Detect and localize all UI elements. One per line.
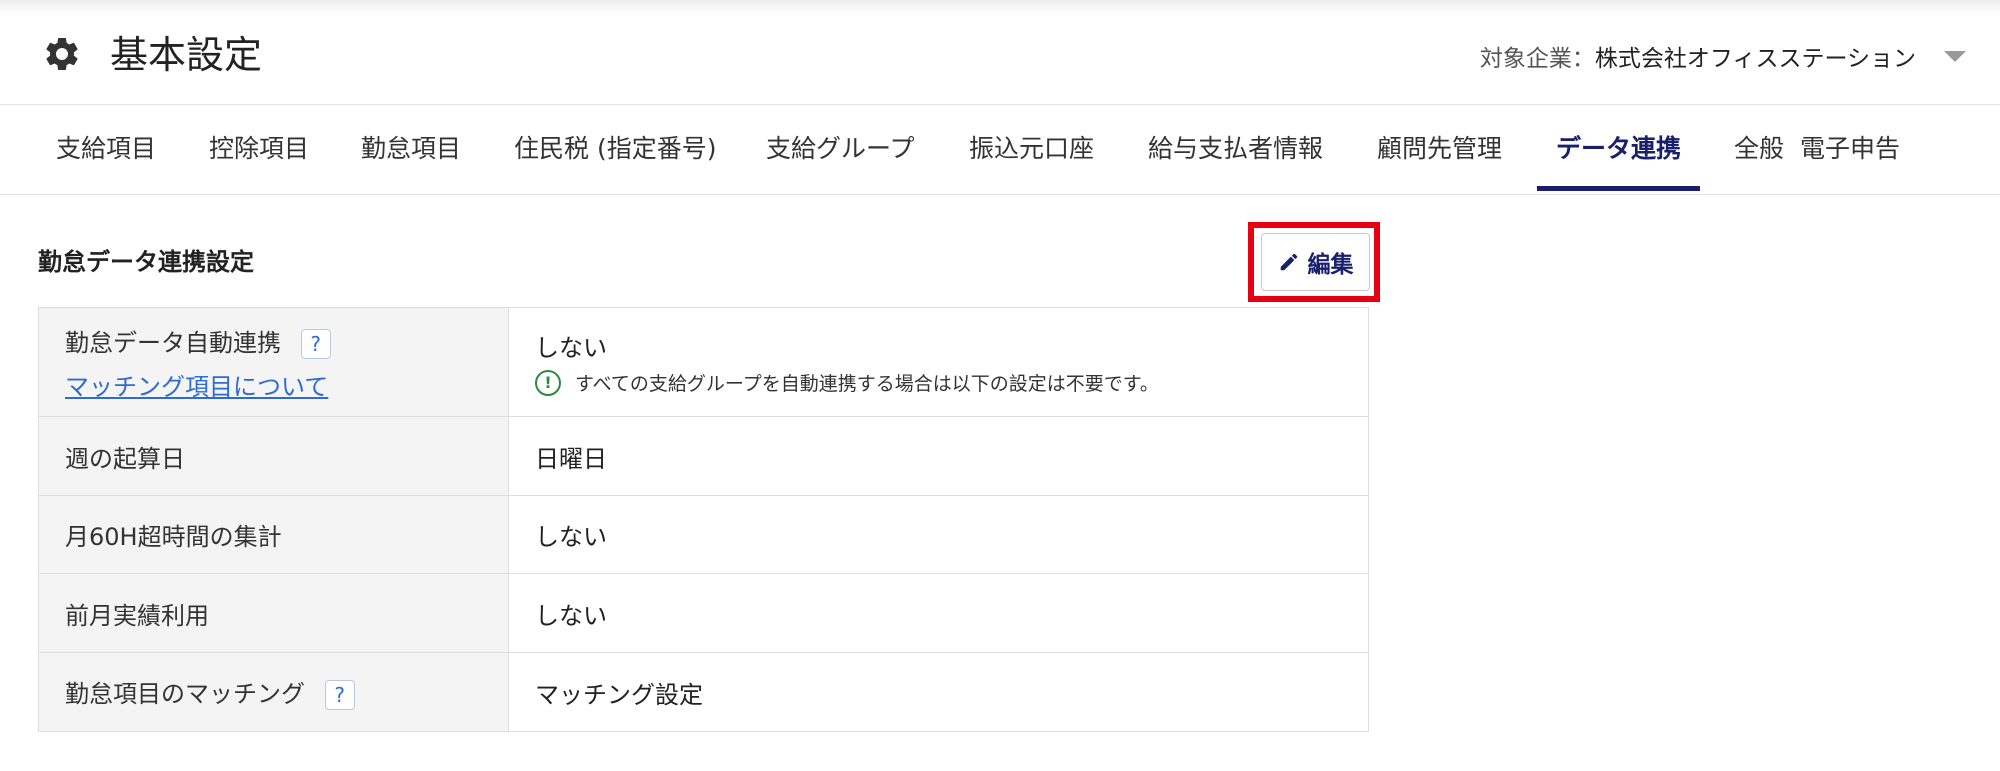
- row-label: 前月実績利用: [38, 573, 509, 653]
- table-row: 週の起算日 日曜日: [38, 416, 1369, 496]
- note-text: すべての支給グループを自動連携する場合は以下の設定は不要です。: [575, 373, 1159, 395]
- tab-attendance-items[interactable]: 勤怠項目: [361, 104, 461, 194]
- edit-button-label: 編集: [1307, 252, 1354, 278]
- pencil-icon: [1280, 253, 1297, 271]
- info-note: ! すべての支給グループを自動連携する場合は以下の設定は不要です。: [535, 369, 1368, 396]
- table-row: 勤怠項目のマッチング ? マッチング設定: [38, 652, 1369, 732]
- tab-payment-items[interactable]: 支給項目: [56, 104, 156, 194]
- help-icon[interactable]: ?: [300, 328, 331, 359]
- tab-client-management[interactable]: 顧問先管理: [1377, 104, 1502, 194]
- tab-resident-tax[interactable]: 住民税 (指定番号): [514, 104, 716, 194]
- row-label-cell: 勤怠データ自動連携 ? マッチング項目について: [38, 307, 509, 417]
- page-header: 基本設定 対象企業： 株式会社オフィスステーション: [0, 0, 2000, 105]
- company-selector[interactable]: 対象企業： 株式会社オフィスステーション: [1480, 36, 1966, 76]
- table-row: 前月実績利用 しない: [38, 573, 1369, 653]
- section-title: 勤怠データ連携設定: [38, 248, 254, 276]
- tab-general[interactable]: 全般: [1734, 104, 1784, 194]
- row-label-cell: 勤怠項目のマッチング ?: [38, 652, 509, 732]
- company-label: 対象企業：: [1479, 46, 1595, 72]
- tab-transfer-account[interactable]: 振込元口座: [969, 104, 1094, 194]
- table-row: 勤怠データ自動連携 ? マッチング項目について しない ! すべての支給グループ…: [38, 307, 1369, 417]
- row-value: 日曜日: [508, 416, 1369, 496]
- company-name: 株式会社オフィスステーション: [1594, 46, 1916, 72]
- row-label: 勤怠データ自動連携: [65, 328, 281, 357]
- tab-data-integration[interactable]: データ連携: [1556, 104, 1681, 194]
- row-value: マッチング設定: [508, 652, 1369, 732]
- chevron-down-icon[interactable]: [1944, 50, 1966, 62]
- tab-e-filing[interactable]: 電子申告: [1800, 104, 1900, 194]
- row-value: しない: [535, 334, 607, 362]
- row-label: 週の起算日: [38, 416, 509, 496]
- row-value-cell: しない ! すべての支給グループを自動連携する場合は以下の設定は不要です。: [508, 307, 1369, 417]
- row-value: しない: [508, 573, 1369, 653]
- tab-payment-group[interactable]: 支給グループ: [766, 104, 915, 194]
- help-icon[interactable]: ?: [324, 680, 355, 710]
- tab-bar: 支給項目 控除項目 勤怠項目 住民税 (指定番号) 支給グループ 振込元口座 給…: [0, 104, 2000, 195]
- row-value: しない: [508, 495, 1369, 574]
- settings-table: 勤怠データ自動連携 ? マッチング項目について しない ! すべての支給グループ…: [38, 307, 1369, 732]
- active-tab-underline: [1537, 186, 1700, 191]
- page-title: 基本設定: [110, 33, 263, 77]
- row-label: 勤怠項目のマッチング: [65, 680, 305, 708]
- matching-items-link[interactable]: マッチング項目について: [65, 373, 328, 401]
- tab-payer-info[interactable]: 給与支払者情報: [1148, 104, 1323, 194]
- info-icon: !: [535, 369, 561, 396]
- row-label: 月60H超時間の集計: [38, 495, 509, 574]
- edit-button[interactable]: 編集: [1261, 233, 1370, 291]
- table-row: 月60H超時間の集計 しない: [38, 495, 1369, 574]
- gear-icon: [46, 37, 78, 70]
- tab-deduction-items[interactable]: 控除項目: [209, 104, 309, 194]
